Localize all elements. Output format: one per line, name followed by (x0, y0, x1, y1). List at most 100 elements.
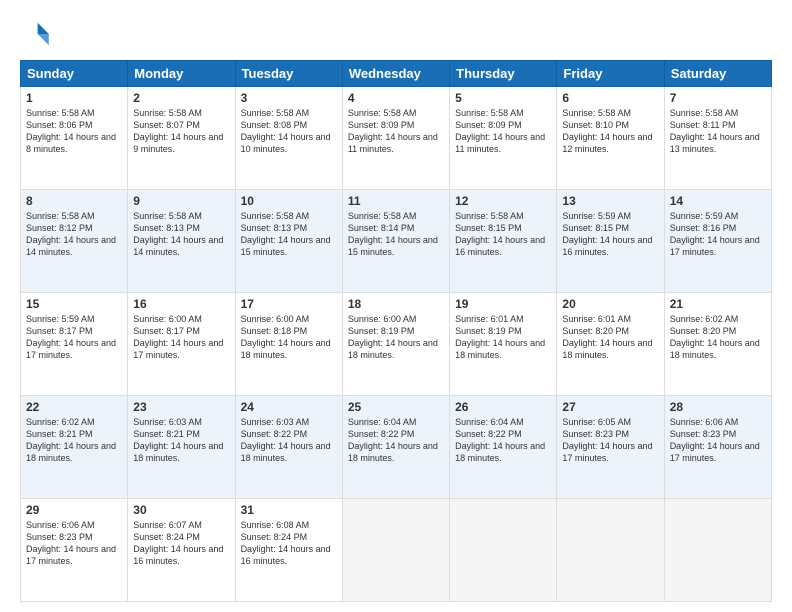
day-number: 29 (26, 503, 122, 517)
day-number: 22 (26, 400, 122, 414)
calendar-cell: 23 Sunrise: 6:03 AMSunset: 8:21 PMDayligh… (128, 396, 235, 499)
day-number: 15 (26, 297, 122, 311)
calendar-cell: 13 Sunrise: 5:59 AMSunset: 8:15 PMDayligh… (557, 190, 664, 293)
calendar-cell: 5 Sunrise: 5:58 AMSunset: 8:09 PMDaylight… (450, 87, 557, 190)
calendar-week-5: 29 Sunrise: 6:06 AMSunset: 8:23 PMDayligh… (21, 499, 772, 602)
calendar-cell: 20 Sunrise: 6:01 AMSunset: 8:20 PMDayligh… (557, 293, 664, 396)
calendar-cell: 6Sunrise: 5:58 AMSunset: 8:10 PMDaylight… (557, 87, 664, 190)
page: SundayMondayTuesdayWednesdayThursdayFrid… (0, 0, 792, 612)
day-number: 13 (562, 194, 658, 208)
logo-icon (20, 18, 52, 50)
calendar-cell: 29 Sunrise: 6:06 AMSunset: 8:23 PMDayligh… (21, 499, 128, 602)
calendar-header-row: SundayMondayTuesdayWednesdayThursdayFrid… (21, 61, 772, 87)
day-info: Sunrise: 6:03 AMSunset: 8:22 PMDaylight:… (241, 416, 337, 465)
day-number: 5 (455, 91, 551, 105)
calendar-cell: 18 Sunrise: 6:00 AMSunset: 8:19 PMDayligh… (342, 293, 449, 396)
day-number: 7 (670, 91, 766, 105)
calendar-cell: 9Sunrise: 5:58 AMSunset: 8:13 PMDaylight… (128, 190, 235, 293)
day-info: Sunrise: 5:58 AMSunset: 8:07 PMDaylight:… (133, 107, 229, 156)
day-info: Sunrise: 6:01 AMSunset: 8:20 PMDaylight:… (562, 313, 658, 362)
day-info: Sunrise: 5:58 AMSunset: 8:09 PMDaylight:… (455, 107, 551, 156)
logo (20, 18, 56, 50)
day-info: Sunrise: 6:02 AMSunset: 8:21 PMDaylight:… (26, 416, 122, 465)
day-number: 8 (26, 194, 122, 208)
header (20, 18, 772, 50)
day-info: Sunrise: 6:05 AMSunset: 8:23 PMDaylight:… (562, 416, 658, 465)
day-info: Sunrise: 6:07 AMSunset: 8:24 PMDaylight:… (133, 519, 229, 568)
day-info: Sunrise: 6:00 AMSunset: 8:19 PMDaylight:… (348, 313, 444, 362)
day-number: 21 (670, 297, 766, 311)
day-info: Sunrise: 5:59 AMSunset: 8:16 PMDaylight:… (670, 210, 766, 259)
day-info: Sunrise: 6:08 AMSunset: 8:24 PMDaylight:… (241, 519, 337, 568)
day-info: Sunrise: 6:00 AMSunset: 8:18 PMDaylight:… (241, 313, 337, 362)
day-number: 2 (133, 91, 229, 105)
calendar-week-4: 22 Sunrise: 6:02 AMSunset: 8:21 PMDayligh… (21, 396, 772, 499)
calendar-cell: 19 Sunrise: 6:01 AMSunset: 8:19 PMDayligh… (450, 293, 557, 396)
day-number: 1 (26, 91, 122, 105)
day-number: 9 (133, 194, 229, 208)
day-info: Sunrise: 5:58 AMSunset: 8:06 PMDaylight:… (26, 107, 122, 156)
calendar-cell: 17 Sunrise: 6:00 AMSunset: 8:18 PMDayligh… (235, 293, 342, 396)
day-number: 24 (241, 400, 337, 414)
day-info: Sunrise: 5:58 AMSunset: 8:13 PMDaylight:… (241, 210, 337, 259)
day-number: 3 (241, 91, 337, 105)
calendar-cell: 4 Sunrise: 5:58 AMSunset: 8:09 PMDaylight… (342, 87, 449, 190)
day-number: 31 (241, 503, 337, 517)
day-header-wednesday: Wednesday (342, 61, 449, 87)
calendar-table: SundayMondayTuesdayWednesdayThursdayFrid… (20, 60, 772, 602)
day-number: 30 (133, 503, 229, 517)
calendar-cell: 16 Sunrise: 6:00 AMSunset: 8:17 PMDayligh… (128, 293, 235, 396)
day-number: 12 (455, 194, 551, 208)
day-info: Sunrise: 5:58 AMSunset: 8:10 PMDaylight:… (562, 107, 658, 156)
calendar-cell: 25Sunrise: 6:04 AMSunset: 8:22 PMDayligh… (342, 396, 449, 499)
day-info: Sunrise: 5:59 AMSunset: 8:17 PMDaylight:… (26, 313, 122, 362)
day-number: 26 (455, 400, 551, 414)
calendar-cell: 22 Sunrise: 6:02 AMSunset: 8:21 PMDayligh… (21, 396, 128, 499)
day-info: Sunrise: 5:58 AMSunset: 8:11 PMDaylight:… (670, 107, 766, 156)
day-info: Sunrise: 5:58 AMSunset: 8:15 PMDaylight:… (455, 210, 551, 259)
day-header-saturday: Saturday (664, 61, 771, 87)
day-header-friday: Friday (557, 61, 664, 87)
calendar-cell: 10Sunrise: 5:58 AMSunset: 8:13 PMDayligh… (235, 190, 342, 293)
day-number: 16 (133, 297, 229, 311)
day-header-monday: Monday (128, 61, 235, 87)
day-number: 19 (455, 297, 551, 311)
day-number: 17 (241, 297, 337, 311)
calendar-cell: 15 Sunrise: 5:59 AMSunset: 8:17 PMDayligh… (21, 293, 128, 396)
day-header-sunday: Sunday (21, 61, 128, 87)
day-number: 20 (562, 297, 658, 311)
day-info: Sunrise: 6:06 AMSunset: 8:23 PMDaylight:… (670, 416, 766, 465)
calendar-cell: 2 Sunrise: 5:58 AMSunset: 8:07 PMDaylight… (128, 87, 235, 190)
day-number: 18 (348, 297, 444, 311)
calendar-cell: 7 Sunrise: 5:58 AMSunset: 8:11 PMDaylight… (664, 87, 771, 190)
day-info: Sunrise: 6:03 AMSunset: 8:21 PMDaylight:… (133, 416, 229, 465)
calendar-cell: 11 Sunrise: 5:58 AMSunset: 8:14 PMDayligh… (342, 190, 449, 293)
day-number: 14 (670, 194, 766, 208)
calendar-cell (664, 499, 771, 602)
calendar-cell (450, 499, 557, 602)
calendar-week-2: 8 Sunrise: 5:58 AMSunset: 8:12 PMDaylight… (21, 190, 772, 293)
calendar-cell: 26 Sunrise: 6:04 AMSunset: 8:22 PMDayligh… (450, 396, 557, 499)
calendar-cell: 21Sunrise: 6:02 AMSunset: 8:20 PMDayligh… (664, 293, 771, 396)
day-info: Sunrise: 5:58 AMSunset: 8:14 PMDaylight:… (348, 210, 444, 259)
day-info: Sunrise: 6:04 AMSunset: 8:22 PMDaylight:… (348, 416, 444, 465)
day-info: Sunrise: 5:58 AMSunset: 8:12 PMDaylight:… (26, 210, 122, 259)
calendar-cell: 8 Sunrise: 5:58 AMSunset: 8:12 PMDaylight… (21, 190, 128, 293)
calendar-cell: 1 Sunrise: 5:58 AMSunset: 8:06 PMDaylight… (21, 87, 128, 190)
calendar-cell: 30 Sunrise: 6:07 AMSunset: 8:24 PMDayligh… (128, 499, 235, 602)
day-header-tuesday: Tuesday (235, 61, 342, 87)
day-info: Sunrise: 6:06 AMSunset: 8:23 PMDaylight:… (26, 519, 122, 568)
day-number: 4 (348, 91, 444, 105)
day-number: 27 (562, 400, 658, 414)
calendar-cell: 3Sunrise: 5:58 AMSunset: 8:08 PMDaylight… (235, 87, 342, 190)
day-info: Sunrise: 6:00 AMSunset: 8:17 PMDaylight:… (133, 313, 229, 362)
calendar-cell: 27 Sunrise: 6:05 AMSunset: 8:23 PMDayligh… (557, 396, 664, 499)
day-number: 11 (348, 194, 444, 208)
day-info: Sunrise: 6:04 AMSunset: 8:22 PMDaylight:… (455, 416, 551, 465)
calendar-cell (557, 499, 664, 602)
day-number: 23 (133, 400, 229, 414)
calendar-cell: 28Sunrise: 6:06 AMSunset: 8:23 PMDayligh… (664, 396, 771, 499)
day-info: Sunrise: 5:58 AMSunset: 8:09 PMDaylight:… (348, 107, 444, 156)
day-info: Sunrise: 5:59 AMSunset: 8:15 PMDaylight:… (562, 210, 658, 259)
day-info: Sunrise: 6:01 AMSunset: 8:19 PMDaylight:… (455, 313, 551, 362)
